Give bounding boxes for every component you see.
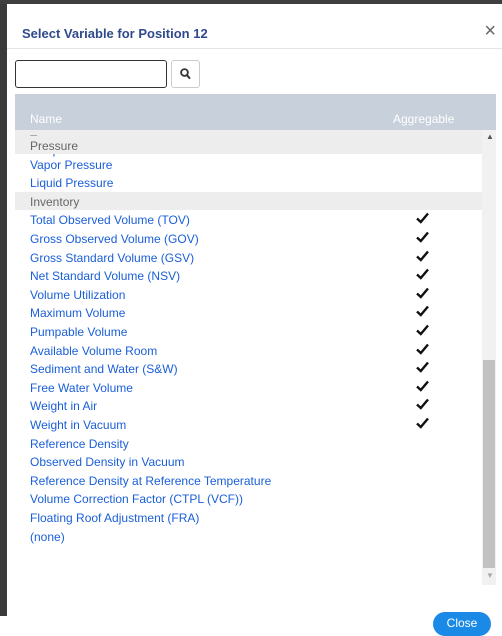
variable-label: Total Observed Volume (TOV) <box>30 213 190 228</box>
variable-label: Reference Density <box>30 436 129 451</box>
variable-row[interactable]: (none) <box>15 527 482 545</box>
variable-label: Observed Density in Vacuum <box>30 455 185 470</box>
variable-row[interactable]: Weight in Vacuum <box>15 415 482 433</box>
checkmark-icon <box>416 287 429 299</box>
checkmark-icon <box>416 324 429 336</box>
variable-row[interactable]: Floating Roof Adjustment (FRA) <box>15 508 482 526</box>
dialog-title: Select Variable for Position 12 <box>22 26 208 41</box>
close-icon[interactable]: × <box>484 21 496 41</box>
dialog-header: Select Variable for Position 12 × <box>7 4 502 49</box>
scroll-thumb[interactable] <box>483 360 495 568</box>
variable-row[interactable]: Weight in Air <box>15 396 482 414</box>
checkmark-icon <box>416 361 429 373</box>
variable-label: Free Water Volume <box>30 380 133 395</box>
variable-label: Weight in Air <box>30 399 98 414</box>
checkmark-icon <box>416 231 429 243</box>
group-label: Pressure <box>30 139 79 153</box>
scroll-up-icon[interactable]: ▲ <box>486 132 494 141</box>
search-input[interactable] <box>15 60 167 88</box>
variable-row[interactable]: Free Water Volume <box>15 378 482 396</box>
variable-label: Weight in Vacuum <box>30 418 127 432</box>
variable-row[interactable]: Pumpable Volume <box>15 322 482 340</box>
checkmark-icon <box>416 417 429 429</box>
variable-list: Temperature Sensor 10 TemperaturePressur… <box>15 130 482 585</box>
variable-row[interactable]: Volume Correction Factor (CTPL (VCF)) <box>15 489 482 507</box>
table-header: Name Aggregable <box>15 102 496 130</box>
variable-row[interactable]: Gross Observed Volume (GOV) <box>15 229 482 247</box>
group-label: Inventory <box>30 194 80 209</box>
variable-label: Reference Density at Reference Temperatu… <box>30 473 272 488</box>
variable-row[interactable]: Available Volume Room <box>15 341 482 359</box>
search-icon <box>180 68 191 80</box>
variable-row[interactable]: Vapor Pressure <box>15 155 482 173</box>
variable-label: Available Volume Room <box>30 343 158 358</box>
variable-label: Pumpable Volume <box>30 325 128 339</box>
window-left-border <box>0 4 7 616</box>
variable-row[interactable]: Observed Density in Vacuum <box>15 452 482 470</box>
variable-label: Maximum Volume <box>30 306 126 321</box>
checkmark-icon <box>416 380 429 392</box>
variable-label: Volume Correction Factor (CTPL (VCF)) <box>30 492 243 507</box>
variable-row[interactable]: Reference Density at Reference Temperatu… <box>15 471 482 489</box>
variable-row[interactable]: Reference Density <box>15 434 482 452</box>
checkmark-icon <box>416 306 429 318</box>
vertical-scrollbar[interactable]: ▲ ▼ <box>482 130 496 585</box>
variable-label: Gross Observed Volume (GOV) <box>30 232 199 246</box>
variable-row[interactable]: Total Observed Volume (TOV) <box>15 210 482 228</box>
variable-row[interactable]: Gross Standard Volume (GSV) <box>15 248 482 266</box>
variable-row[interactable]: Maximum Volume <box>15 303 482 321</box>
scroll-down-icon[interactable]: ▼ <box>486 571 494 580</box>
search-button[interactable] <box>171 60 200 88</box>
variable-label: Net Standard Volume (NSV) <box>30 269 181 284</box>
checkmark-icon <box>416 399 429 411</box>
variable-label: Sediment and Water (S&W) <box>30 362 178 377</box>
variable-row[interactable]: Volume Utilization <box>15 285 482 303</box>
variable-label: Gross Standard Volume (GSV) <box>30 250 195 265</box>
variable-label: Vapor Pressure <box>30 157 113 172</box>
group-header-row: Inventory <box>15 191 482 210</box>
variable-label: (none) <box>30 529 65 544</box>
column-aggregable-header: Aggregable <box>393 112 455 126</box>
checkmark-icon <box>416 343 429 355</box>
checkmark-icon <box>416 268 429 280</box>
checkmark-icon <box>416 213 429 225</box>
variable-label: Liquid Pressure <box>30 176 114 191</box>
variable-label: Floating Roof Adjustment (FRA) <box>30 511 200 525</box>
checkmark-icon <box>416 250 429 262</box>
group-header-row: Pressure <box>15 136 482 154</box>
column-name-header: Name <box>30 112 63 126</box>
table-top-band <box>15 94 496 102</box>
variable-row[interactable]: Net Standard Volume (NSV) <box>15 266 482 284</box>
variable-label: Volume Utilization <box>30 287 126 302</box>
variable-row[interactable]: Liquid Pressure <box>15 173 482 191</box>
variable-row[interactable]: Sediment and Water (S&W) <box>15 359 482 377</box>
